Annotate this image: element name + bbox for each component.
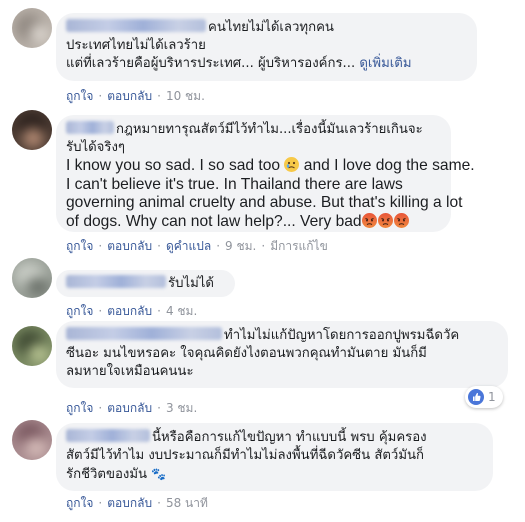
comment-bubble: นี้หรือคือการแก้ไขปัญหา ทำแบบนี้ พรบ คุ้… xyxy=(56,423,493,491)
comment-text-line: ลมหายใจเหมือนคนนะ xyxy=(66,364,194,379)
angry-face-emoji-icon xyxy=(377,212,393,228)
comment-text-line: รับไม่ได้ xyxy=(168,276,214,291)
comment-text-line: รักชีวิตของมัน xyxy=(66,467,148,482)
like-link[interactable]: ถูกใจ xyxy=(66,304,93,318)
comment-text-line: I know you so sad. I so sad too xyxy=(66,157,281,174)
commenter-name[interactable] xyxy=(66,275,166,288)
angry-face-emoji-icon xyxy=(361,212,377,228)
timestamp[interactable]: 9 ชม. xyxy=(225,239,256,253)
comment-actions: ถูกใจ · ตอบกลับ · 10 ชม. xyxy=(66,89,205,103)
avatar[interactable] xyxy=(12,326,52,366)
reply-link[interactable]: ตอบกลับ xyxy=(107,239,152,253)
comment-bubble: กฎหมายทารุณสัตว์มีไว้ทำไม...เรื่องนี้มัน… xyxy=(56,115,475,232)
like-link[interactable]: ถูกใจ xyxy=(66,401,93,415)
avatar[interactable] xyxy=(12,258,52,298)
reply-link[interactable]: ตอบกลับ xyxy=(107,401,152,415)
comment-bubble: รับไม่ได้ xyxy=(56,270,235,297)
like-thumb-icon xyxy=(468,389,484,405)
comment-actions: ถูกใจ · ตอบกลับ · 4 ชม. xyxy=(66,304,198,318)
like-link[interactable]: ถูกใจ xyxy=(66,239,93,253)
paw-prints-emoji-icon: 🐾 xyxy=(151,467,167,481)
timestamp[interactable]: 3 ชม. xyxy=(166,401,197,415)
reply-link[interactable]: ตอบกลับ xyxy=(107,496,152,510)
comment-text-line: governing animal cruelty and abuse. But … xyxy=(66,194,463,211)
avatar[interactable] xyxy=(12,420,52,460)
like-link[interactable]: ถูกใจ xyxy=(66,496,93,510)
commenter-name[interactable] xyxy=(66,121,114,134)
comment-actions: ถูกใจ · ตอบกลับ · ดูคำแปล · 9 ชม. · มีการแก้ไข xyxy=(66,239,328,253)
comment-text-line: of dogs. Why can not law help?... Very b… xyxy=(66,212,362,230)
comment-text-line: กฎหมายทารุณสัตว์มีไว้ทำไม...เรื่องนี้มัน… xyxy=(116,122,423,137)
edited-label[interactable]: มีการแก้ไข xyxy=(270,239,328,253)
reply-link[interactable]: ตอบกลับ xyxy=(107,89,152,103)
comment-text-line: ประเทศไทยไม่ได้เลวร้าย xyxy=(66,38,206,53)
reply-link[interactable]: ตอบกลับ xyxy=(107,304,152,318)
comment-text-line: คนไทยไม่ได้เลวทุกคน xyxy=(208,20,334,35)
commenter-name[interactable] xyxy=(66,429,150,442)
comment-text-line: นี้หรือคือการแก้ไขปัญหา ทำแบบนี้ พรบ คุ้… xyxy=(152,430,427,445)
like-link[interactable]: ถูกใจ xyxy=(66,89,93,103)
commenter-name[interactable] xyxy=(66,19,206,32)
see-translation-link[interactable]: ดูคำแปล xyxy=(166,239,211,253)
reaction-count: 1 xyxy=(488,390,496,404)
timestamp[interactable]: 10 ชม. xyxy=(166,89,205,103)
sad-face-emoji-icon xyxy=(284,157,300,172)
comment-text-line: ซีนอะ มนไขหรอคะ ใจคุณคิดยังไงตอนพวกคุณทำ… xyxy=(66,346,427,361)
comment-text-line: and I love dog the same. xyxy=(303,157,475,174)
comment-text-line: I can't believe it's true. In Thailand t… xyxy=(66,175,403,193)
commenter-name[interactable] xyxy=(66,327,222,340)
comment-actions: ถูกใจ · ตอบกลับ · 3 ชม. xyxy=(66,401,198,415)
comment-text-line: ทำไมไม่แก้ปัญหาโดยการออกปูพรมฉีดวัค xyxy=(224,328,460,343)
comment-actions: ถูกใจ · ตอบกลับ · 58 นาที xyxy=(66,496,208,510)
reaction-count-pill[interactable]: 1 xyxy=(465,386,503,408)
see-more-link[interactable]: ดูเพิ่มเติม xyxy=(359,56,411,71)
comment-text-line: รับได้จริงๆ xyxy=(66,140,125,155)
avatar[interactable] xyxy=(12,110,52,150)
comment-text-line: แต่ที่เลวร้ายคือผู้บริหารประเทศ... ผู้บร… xyxy=(66,56,356,71)
timestamp[interactable]: 4 ชม. xyxy=(166,304,197,318)
angry-face-emoji-icon xyxy=(393,212,409,228)
comment-bubble: ทำไมไม่แก้ปัญหาโดยการออกปูพรมฉีดวัค ซีนอ… xyxy=(56,321,508,388)
comment-bubble: คนไทยไม่ได้เลวทุกคน ประเทศไทยไม่ได้เลวร้… xyxy=(56,13,477,81)
comment-text-line: สัตว์มีไว้ทำไม งบประมาณก็มีทำไมไม่ลงพื้น… xyxy=(66,448,425,463)
avatar[interactable] xyxy=(12,8,52,48)
timestamp[interactable]: 58 นาที xyxy=(166,496,208,510)
